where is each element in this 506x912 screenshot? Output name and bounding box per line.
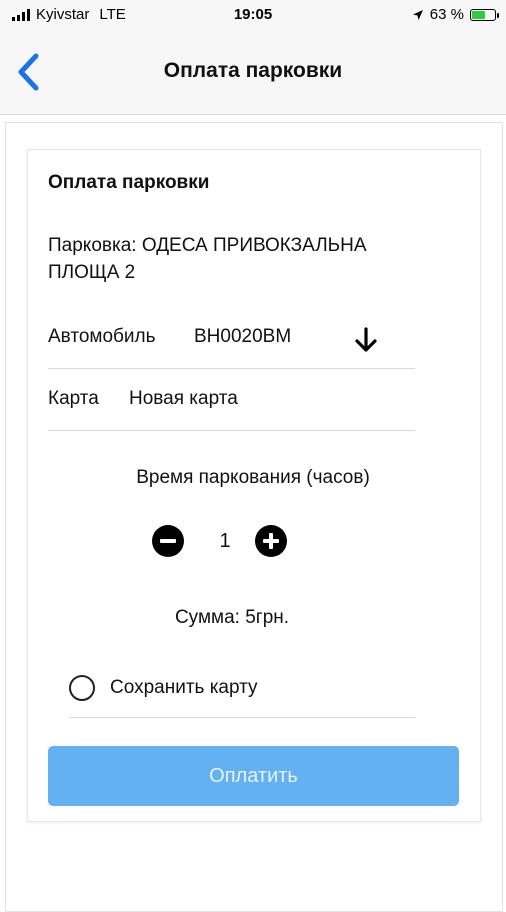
- car-plate[interactable]: ВН0020ВМ: [194, 326, 291, 348]
- plus-circle-icon[interactable]: [255, 525, 287, 557]
- divider: [48, 430, 415, 431]
- save-card-radio[interactable]: [69, 675, 95, 701]
- card-select[interactable]: Новая карта: [129, 388, 238, 410]
- save-card-label[interactable]: Сохранить карту: [110, 677, 258, 699]
- hours-value: 1: [219, 530, 231, 552]
- divider: [69, 717, 415, 718]
- pay-button[interactable]: Оплатить: [48, 746, 459, 806]
- car-label: Автомобиль: [48, 326, 156, 347]
- card-title: Оплата парковки: [48, 172, 210, 193]
- parking-time-label: Время паркования (часов): [136, 467, 370, 488]
- location-arrow-icon: [412, 9, 423, 20]
- battery-fill: [472, 10, 486, 19]
- battery-icon: [470, 8, 499, 21]
- card-label: Карта: [48, 388, 99, 409]
- status-bar: Kyivstar LTE 19:05 63 %: [0, 0, 506, 30]
- navigation-bar: Оплата парковки: [0, 30, 506, 115]
- minus-glyph: [160, 539, 176, 543]
- minus-circle-icon[interactable]: [152, 525, 184, 557]
- parking-name: Парковка: ОДЕСА ПРИВОКЗАЛЬНА ПЛОЩА 2: [48, 235, 367, 283]
- sum-total: Сумма: 5грн.: [174, 607, 290, 628]
- page-title: Оплата парковки: [163, 59, 343, 82]
- divider: [48, 368, 415, 369]
- status-right: 63 %: [412, 6, 499, 23]
- plus-glyph-vertical: [269, 533, 273, 549]
- arrow-down-icon[interactable]: [352, 326, 380, 354]
- battery-percent: 63 %: [429, 6, 464, 23]
